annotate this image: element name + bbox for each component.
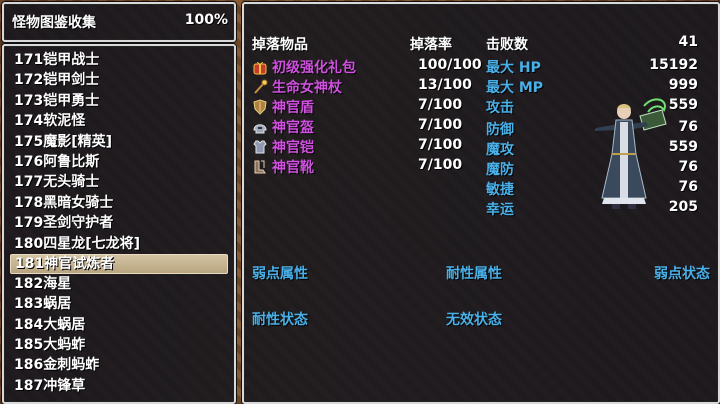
drop-row: 生命女神杖 13/100 xyxy=(252,77,472,97)
stat-label-defense: 防御 xyxy=(486,122,514,138)
monster-list-item[interactable]: 185大蚂蚱 xyxy=(10,335,228,355)
drop-row: 神官盾 7/100 xyxy=(252,97,472,117)
monster-list-item[interactable]: 186金刺蚂蚱 xyxy=(10,355,228,375)
stat-label-max-hp: 最大 HP xyxy=(486,60,541,76)
drop-rate: 13/100 xyxy=(418,77,472,93)
drop-items-header: 掉落物品 xyxy=(252,37,308,53)
stat-value-max-hp: 15192 xyxy=(649,57,698,73)
title-window: 怪物图鉴收集 100% xyxy=(2,2,236,42)
monster-list-item[interactable]: 187冲锋草 xyxy=(10,376,228,396)
drop-name: 神官盾 xyxy=(272,100,314,116)
monster-list-item[interactable]: 171铠甲战士 xyxy=(10,50,228,70)
drop-rate: 7/100 xyxy=(418,137,463,153)
drop-rate: 7/100 xyxy=(418,117,463,133)
monster-list-item[interactable]: 184大蜗居 xyxy=(10,315,228,335)
drop-name: 初级强化礼包 xyxy=(272,60,356,76)
boots-icon xyxy=(252,159,268,175)
monster-portrait xyxy=(574,94,667,214)
drop-row: 神官盔 7/100 xyxy=(252,117,472,137)
bestiary-title: 怪物图鉴收集 xyxy=(12,15,96,31)
drop-row: 神官铠 7/100 xyxy=(252,137,472,157)
monster-list-item[interactable]: 178黑暗女骑士 xyxy=(10,193,228,213)
drop-rate: 7/100 xyxy=(418,97,463,113)
monster-list-item[interactable]: 182海星 xyxy=(10,274,228,294)
monster-list-item[interactable]: 183蜗居 xyxy=(10,294,228,314)
weak-attribute-label: 弱点属性 xyxy=(252,266,308,282)
kills-value: 41 xyxy=(678,34,698,50)
resist-attribute-label: 耐性属性 xyxy=(446,266,502,282)
stat-value-agility: 76 xyxy=(678,179,698,195)
stat-label-magic-defense: 魔防 xyxy=(486,162,514,178)
monster-detail-window: 掉落物品 掉落率 击败数 41 初级强化礼包 100/100 生命女神杖 13/… xyxy=(242,2,720,404)
monster-list-item[interactable]: 175魔影[精英] xyxy=(10,132,228,152)
drop-rate: 100/100 xyxy=(418,57,482,73)
stat-label-luck: 幸运 xyxy=(486,202,514,218)
monster-list-item[interactable]: 174软泥怪 xyxy=(10,111,228,131)
stat-value-magic-defense: 76 xyxy=(678,159,698,175)
resist-state-label: 耐性状态 xyxy=(252,312,308,328)
drop-name: 生命女神杖 xyxy=(272,80,342,96)
stat-label-agility: 敏捷 xyxy=(486,182,514,198)
drop-rate: 7/100 xyxy=(418,157,463,173)
drop-row: 神官靴 7/100 xyxy=(252,157,472,177)
monster-list-item[interactable]: 179圣剑守护者 xyxy=(10,213,228,233)
stat-value-max-mp: 999 xyxy=(668,77,698,93)
staff-icon xyxy=(252,79,268,95)
armor-icon xyxy=(252,139,268,155)
kills-label: 击败数 xyxy=(486,37,528,53)
monster-list-item[interactable]: 176阿鲁比斯 xyxy=(10,152,228,172)
weak-state-label: 弱点状态 xyxy=(654,266,710,282)
immune-state-label: 无效状态 xyxy=(446,312,502,328)
monster-list-item[interactable]: 180四星龙[七龙将] xyxy=(10,234,228,254)
stat-label-magic-attack: 魔攻 xyxy=(486,142,514,158)
stat-value-defense: 76 xyxy=(678,119,698,135)
monster-list-item[interactable]: 177无头骑士 xyxy=(10,172,228,192)
drop-rate-header: 掉落率 xyxy=(410,37,452,53)
monster-list: 171铠甲战士 172铠甲剑士 173铠甲勇士 174软泥怪 175魔影[精英] 176阿… xyxy=(10,50,228,396)
helmet-icon xyxy=(252,119,268,135)
stat-label-max-mp: 最大 MP xyxy=(486,80,544,96)
drop-name: 神官铠 xyxy=(272,140,314,156)
monster-list-item-selected[interactable]: 181神官试炼者 xyxy=(10,253,228,274)
monster-list-item[interactable]: 173铠甲勇士 xyxy=(10,91,228,111)
monster-list-item[interactable]: 172铠甲剑士 xyxy=(10,70,228,90)
drop-row: 初级强化礼包 100/100 xyxy=(252,57,482,77)
drop-name: 神官盔 xyxy=(272,120,314,136)
stat-label-attack: 攻击 xyxy=(486,100,514,116)
completion-percent: 100% xyxy=(184,12,228,28)
monster-list-window[interactable]: 171铠甲战士 172铠甲剑士 173铠甲勇士 174软泥怪 175魔影[精英] 176阿… xyxy=(2,44,236,404)
shield-icon xyxy=(252,99,268,115)
gift-bag-icon xyxy=(252,59,268,75)
drop-name: 神官靴 xyxy=(272,160,314,176)
